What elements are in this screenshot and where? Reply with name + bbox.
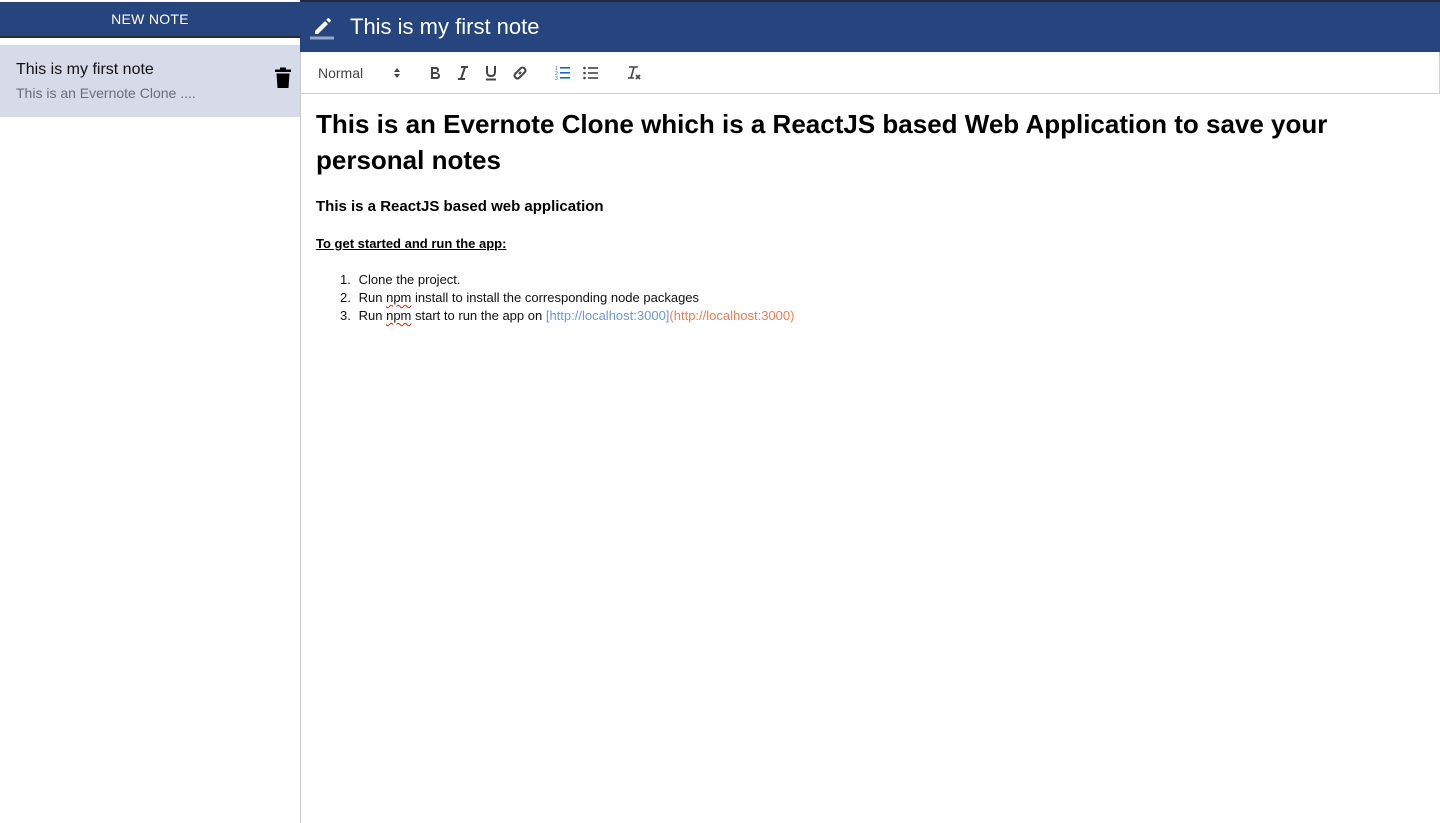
bold-button[interactable] <box>423 61 447 85</box>
list-item-text: Run <box>358 308 387 323</box>
list-item: 2. Run npm install to install the corres… <box>340 289 794 307</box>
list-item-text: install to install the corresponding nod… <box>415 290 700 305</box>
link-button[interactable] <box>508 61 532 85</box>
underline-button[interactable] <box>479 61 503 85</box>
pencil-icon[interactable] <box>309 14 335 40</box>
bullet-list-button[interactable] <box>579 61 603 85</box>
list-item-number: 2. <box>340 290 351 305</box>
content-heading: This is an Evernote Clone which is a Rea… <box>316 109 1328 175</box>
list-item: 3. Run npm start to run the app on [http… <box>340 307 794 325</box>
bold-icon <box>431 67 440 79</box>
note-editor[interactable]: This is an Evernote Clone which is a Rea… <box>316 94 1416 814</box>
editor-toolbar: Normal 1 2 3 <box>301 52 1440 94</box>
svg-text:3: 3 <box>555 76 558 81</box>
select-arrows-icon <box>394 68 400 78</box>
link-url[interactable]: (http://localhost:3000) <box>669 308 794 323</box>
link-icon <box>513 66 527 80</box>
italic-icon <box>458 66 468 80</box>
content-subheading: This is a ReactJS based web application <box>316 198 604 215</box>
heading-format-select[interactable]: Normal <box>318 62 408 84</box>
note-title-input[interactable] <box>350 11 1350 43</box>
list-item-text: Run <box>358 290 387 305</box>
note-list-item[interactable]: This is my first note This is an Evernot… <box>0 45 300 117</box>
trash-icon[interactable] <box>274 67 292 89</box>
link-text[interactable]: [http://localhost:3000] <box>546 308 670 323</box>
ordered-list-button[interactable]: 1 2 3 <box>551 61 575 85</box>
note-header <box>300 2 1440 52</box>
steps-list: 1. Clone the project. 2. Run npm install… <box>340 271 794 325</box>
note-item-title: This is my first note <box>16 61 154 78</box>
list-item-text: Clone the project. <box>358 272 461 287</box>
inline-code: npm <box>386 290 412 305</box>
italic-button[interactable] <box>451 61 475 85</box>
sidebar-divider <box>0 36 300 38</box>
clear-format-button[interactable] <box>622 61 646 85</box>
editor-divider <box>300 52 301 823</box>
new-note-button[interactable]: NEW NOTE <box>0 2 300 36</box>
content-section-title: To get started and run the app: <box>316 236 507 251</box>
list-item-number: 3. <box>340 308 351 323</box>
inline-code: npm <box>386 308 412 323</box>
underline-icon <box>486 66 496 81</box>
sidebar: NEW NOTE This is my first note This is a… <box>0 0 300 823</box>
clear-format-icon <box>628 66 641 80</box>
bullet-list-icon <box>583 66 598 80</box>
ordered-list-icon: 1 2 3 <box>555 66 570 81</box>
list-item-number: 1. <box>340 272 351 287</box>
list-item-text: start to run the app on <box>415 308 546 323</box>
note-item-preview: This is an Evernote Clone .... <box>16 85 196 101</box>
list-item: 1. Clone the project. <box>340 271 794 289</box>
heading-format-label: Normal <box>318 65 364 81</box>
